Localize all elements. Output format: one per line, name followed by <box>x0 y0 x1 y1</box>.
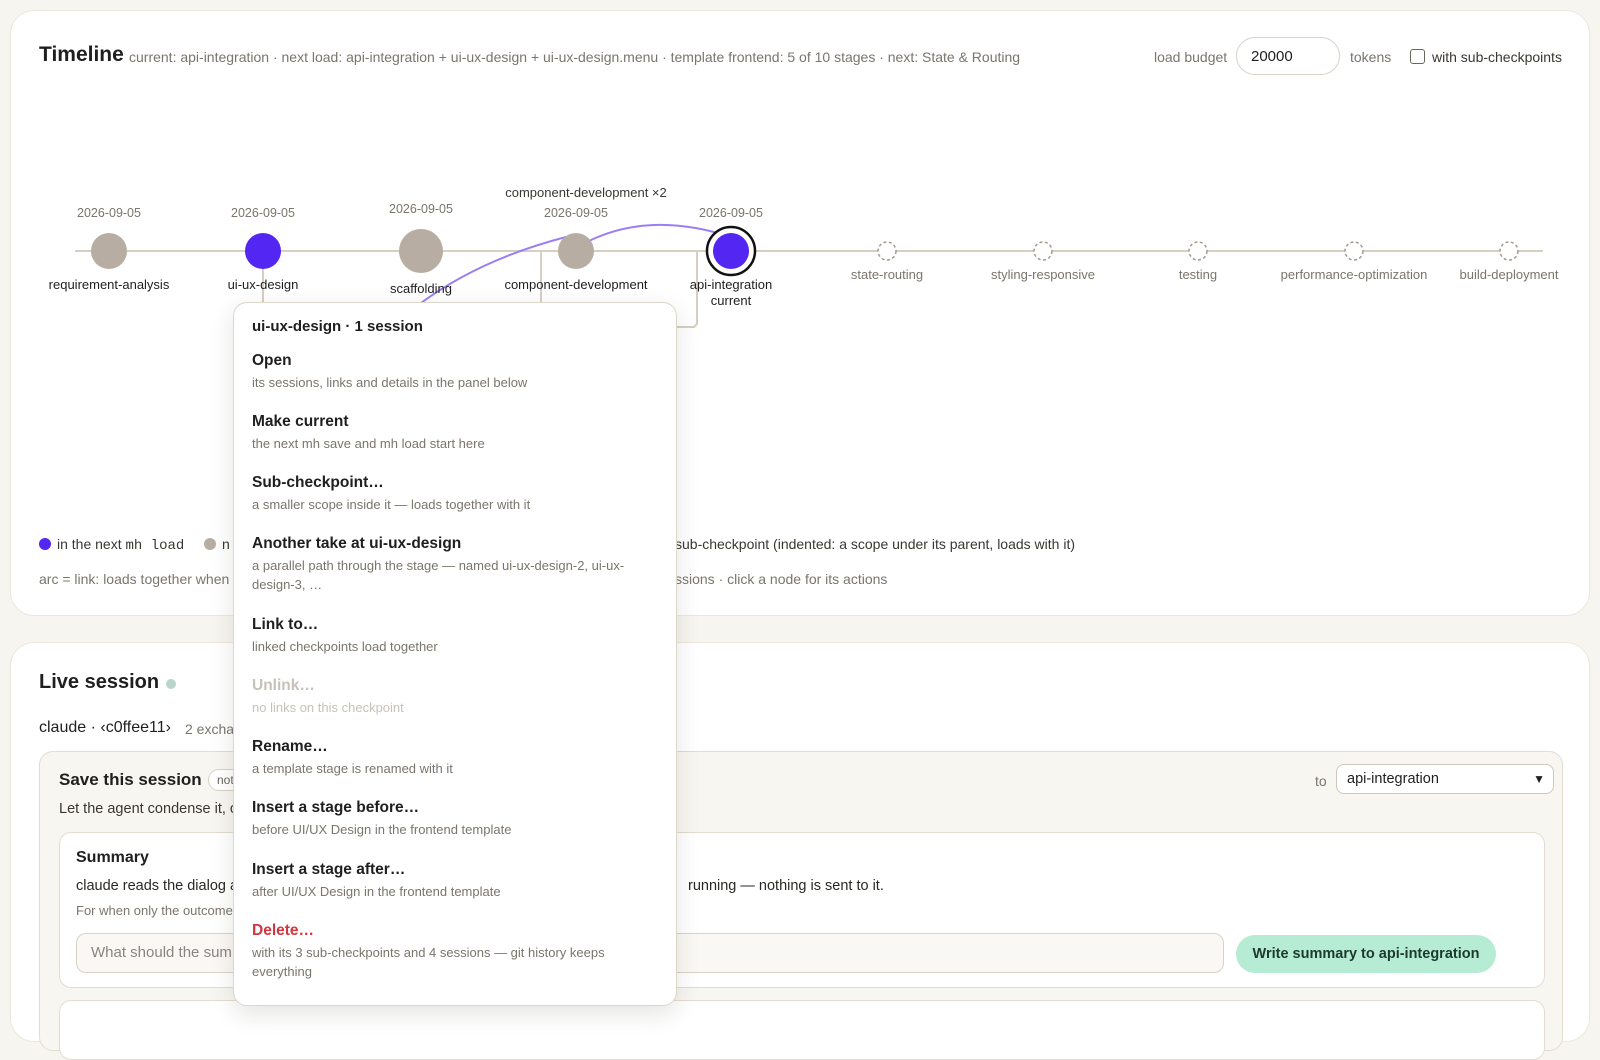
node-marker[interactable] <box>399 229 443 273</box>
node-label: component-development <box>504 277 647 292</box>
node-label: scaffolding <box>390 281 452 296</box>
node-label: api-integration <box>690 277 772 292</box>
node-marker[interactable] <box>558 233 594 269</box>
node-date: 2026-09-05 <box>231 206 295 220</box>
summary-title: Summary <box>76 849 149 866</box>
menu-item-delete[interactable]: Delete… with its 3 sub-checkpoints and 4… <box>252 921 657 981</box>
agent-id: claude · ‹c0ffee11› <box>39 719 171 736</box>
exchange-count: 2 excha <box>185 721 235 737</box>
node-label: ui-ux-design <box>228 277 299 292</box>
menu-item-label: Link to… <box>252 616 319 633</box>
menu-item-desc: linked checkpoints load together <box>252 639 438 654</box>
save-description: Let the agent condense it, c <box>59 801 238 817</box>
legend-not-in-load-dot <box>204 538 216 550</box>
save-target-label: to <box>1315 773 1327 789</box>
save-target-value: api-integration <box>1347 771 1439 787</box>
hint-left: arc = link: loads together when <box>39 571 230 587</box>
node-marker[interactable] <box>91 233 127 269</box>
menu-item-another-take[interactable]: Another take at ui-ux-design a parallel … <box>252 534 657 594</box>
menu-item-desc: before UI/UX Design in the frontend temp… <box>252 822 512 837</box>
menu-item-desc: with its 3 sub-checkpoints and 4 session… <box>252 945 605 979</box>
live-session-title: Live session <box>39 671 160 693</box>
menu-item-label: Unlink… <box>252 677 315 694</box>
menu-item-desc: a template stage is renamed with it <box>252 761 453 776</box>
legend-cmd: mh load <box>125 538 185 554</box>
menu-item-label: Another take at ui-ux-design <box>252 535 462 552</box>
menu-item-desc: its sessions, links and details in the p… <box>252 375 528 390</box>
node-date: 2026-09-05 <box>77 206 141 220</box>
menu-item-desc: no links on this checkpoint <box>252 700 404 715</box>
summary-description: claude reads the dialog a <box>76 878 239 894</box>
menu-item-label: Open <box>252 352 292 369</box>
menu-item-insert-before[interactable]: Insert a stage before… before UI/UX Desi… <box>252 798 657 839</box>
timeline-node-ui-ux-design[interactable]: 2026-09-05 ui-ux-design <box>228 206 299 292</box>
save-session-title: Save this session <box>59 770 202 789</box>
node-label: state-routing <box>851 267 923 282</box>
menu-item-desc: a parallel path through the stage — name… <box>252 558 625 592</box>
menu-header: ui-ux-design · 1 session <box>252 318 423 335</box>
menu-item-desc: the next mh save and mh load start here <box>252 436 485 451</box>
node-label: performance-optimization <box>1281 267 1428 282</box>
node-marker[interactable] <box>877 241 897 261</box>
chevron-down-icon: ▼ <box>1533 772 1545 786</box>
save-target-select[interactable]: api-integration ▼ <box>1336 764 1554 794</box>
node-marker[interactable] <box>1033 241 1053 261</box>
timeline-node-performance-optimization[interactable]: performance-optimization <box>1281 241 1428 282</box>
timeline-node-requirement-analysis[interactable]: 2026-09-05 requirement-analysis <box>49 206 170 292</box>
menu-item-label: Rename… <box>252 738 328 755</box>
legend-not-in-load-text: n <box>222 536 230 552</box>
node-label: testing <box>1179 267 1217 282</box>
node-marker[interactable] <box>713 233 749 269</box>
timeline-node-scaffolding[interactable]: 2026-09-05 scaffolding <box>389 202 453 296</box>
menu-item-make-current[interactable]: Make current the next mh save and mh loa… <box>252 412 657 453</box>
next-section <box>59 1000 1545 1060</box>
legend-in-load-text: in the next <box>57 536 122 552</box>
menu-item-rename[interactable]: Rename… a template stage is renamed with… <box>252 737 657 778</box>
group-label: component-development ×2 <box>505 185 667 200</box>
menu-item-label: Insert a stage before… <box>252 799 420 816</box>
node-label: requirement-analysis <box>49 277 170 292</box>
menu-item-insert-after[interactable]: Insert a stage after… after UI/UX Design… <box>252 860 657 901</box>
menu-item-label: Sub-checkpoint… <box>252 474 384 491</box>
legend-subcheckpoint-text: sub-checkpoint (indented: a scope under … <box>675 536 1076 552</box>
node-marker[interactable] <box>245 233 281 269</box>
menu-item-label: Delete… <box>252 922 315 939</box>
summary-hint: For when only the outcome <box>76 903 233 918</box>
timeline-node-build-deployment[interactable]: build-deployment <box>1459 241 1559 282</box>
menu-item-link-to[interactable]: Link to… linked checkpoints load togethe… <box>252 615 657 656</box>
live-status-dot <box>166 679 176 689</box>
node-marker[interactable] <box>1344 241 1364 261</box>
menu-item-label: Make current <box>252 413 349 430</box>
node-sublabel: current <box>711 293 752 308</box>
node-marker[interactable] <box>1188 241 1208 261</box>
menu-item-sub-checkpoint[interactable]: Sub-checkpoint… a smaller scope inside i… <box>252 473 657 514</box>
node-date: 2026-09-05 <box>699 206 763 220</box>
menu-item-open[interactable]: Open its sessions, links and details in … <box>252 351 657 392</box>
timeline-node-api-integration[interactable]: 2026-09-05 api-integrationcurrent <box>690 206 772 308</box>
legend-in-load-dot <box>39 538 51 550</box>
write-summary-button[interactable]: Write summary to api-integration <box>1236 935 1496 973</box>
node-date: 2026-09-05 <box>389 202 453 216</box>
summary-description-rest: running — nothing is sent to it. <box>688 878 884 894</box>
menu-item-desc: after UI/UX Design in the frontend templ… <box>252 884 501 899</box>
menu-item-label: Insert a stage after… <box>252 861 406 878</box>
timeline-node-state-routing[interactable]: state-routing <box>851 241 923 282</box>
node-label: styling-responsive <box>991 267 1095 282</box>
menu-item-desc: a smaller scope inside it — loads togeth… <box>252 497 531 512</box>
timeline-node-testing[interactable]: testing <box>1179 241 1217 282</box>
menu-item-unlink: Unlink… no links on this checkpoint <box>252 676 657 717</box>
node-action-menu: ui-ux-design · 1 session Open its sessio… <box>233 302 677 1006</box>
hint-right: ssions · click a node for its actions <box>675 571 888 587</box>
timeline-node-styling-responsive[interactable]: styling-responsive <box>991 241 1095 282</box>
node-date: 2026-09-05 <box>544 206 608 220</box>
node-label: build-deployment <box>1459 267 1558 282</box>
node-marker[interactable] <box>1499 241 1519 261</box>
